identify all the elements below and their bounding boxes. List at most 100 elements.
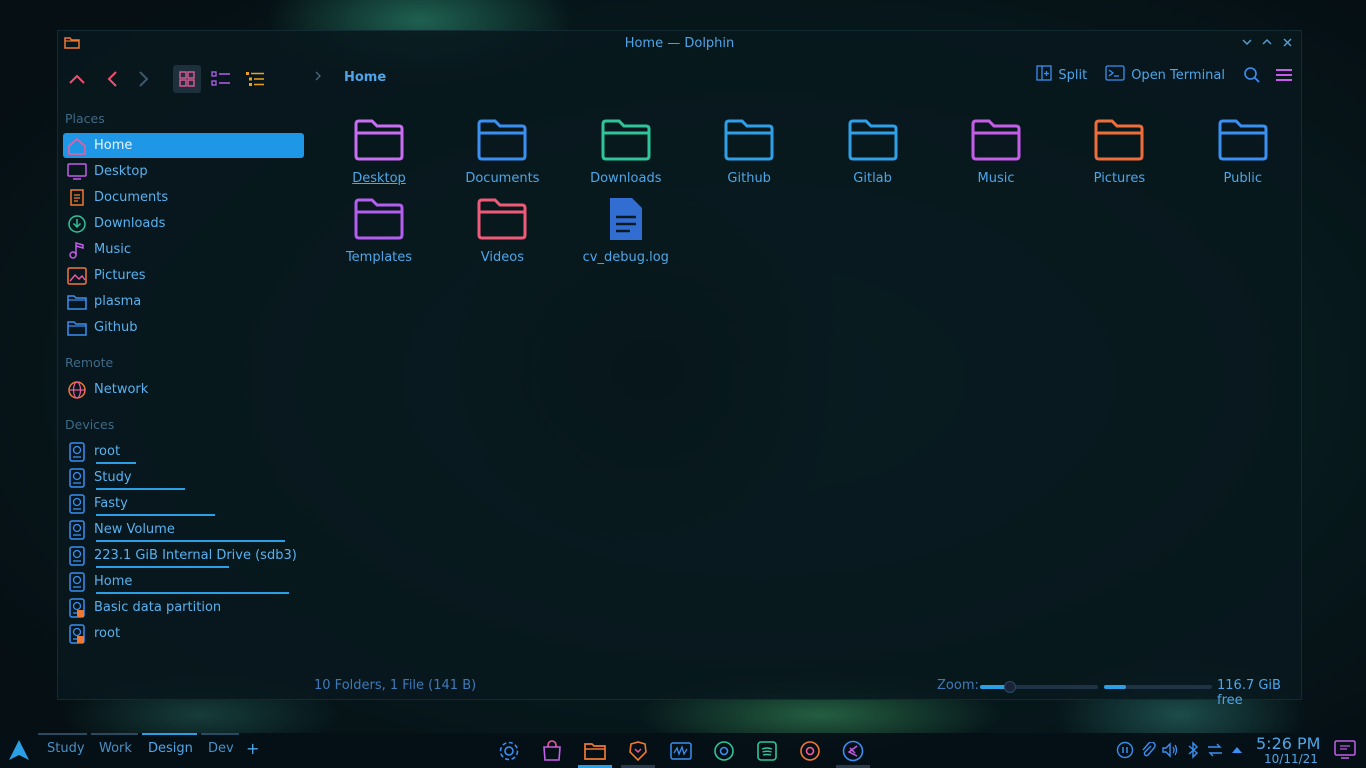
store-icon[interactable]	[539, 738, 565, 764]
folder-item[interactable]: Templates	[324, 194, 434, 265]
disk-space-fill	[1104, 685, 1126, 689]
sidebar-item-device[interactable]: New Volume	[63, 517, 304, 542]
sidebar-item-label: Documents	[94, 190, 169, 205]
folder-icon	[66, 291, 88, 313]
chrome-icon[interactable]	[797, 738, 823, 764]
sidebar-item-documents[interactable]: Documents	[63, 185, 304, 210]
chrome-icon[interactable]	[711, 738, 737, 764]
folder-item[interactable]: Public	[1188, 115, 1298, 186]
clock-time[interactable]: 5:26 PM	[1256, 734, 1320, 753]
open-terminal-button[interactable]: Open Terminal	[1105, 65, 1225, 85]
back-button[interactable]	[98, 65, 126, 93]
settings-icon[interactable]	[496, 738, 522, 764]
desktop-design[interactable]: Design	[148, 741, 193, 756]
hamburger-menu-icon[interactable]	[1275, 68, 1293, 82]
maximize-icon[interactable]	[1261, 35, 1273, 49]
sidebar-item-device[interactable]: root	[63, 621, 304, 646]
breadcrumb-separator-icon[interactable]	[314, 70, 322, 85]
vscode-icon[interactable]	[840, 738, 866, 764]
folder-item[interactable]: Music	[941, 115, 1051, 186]
title-bar[interactable]: Home — Dolphin	[58, 31, 1301, 55]
zoom-label: Zoom:	[937, 678, 979, 693]
desktop-indicator	[91, 733, 138, 735]
search-icon[interactable]	[1243, 66, 1261, 84]
sidebar-item-home[interactable]: Home	[63, 133, 304, 158]
media-pause-icon[interactable]	[1116, 741, 1134, 759]
up-button[interactable]	[63, 65, 91, 93]
window-title: Home — Dolphin	[624, 35, 735, 51]
clipboard-icon[interactable]	[1139, 741, 1157, 759]
folder-icon	[352, 115, 406, 165]
folder-icon	[475, 194, 529, 244]
forward-button[interactable]	[130, 65, 158, 93]
folder-item[interactable]: Videos	[447, 194, 557, 265]
sidebar-item-device[interactable]: Basic data partition	[63, 595, 304, 620]
folder-item[interactable]: Gitlab	[818, 115, 928, 186]
sidebar-item-github[interactable]: Github	[63, 315, 304, 340]
folder-item[interactable]: Downloads	[571, 115, 681, 186]
remote-heading: Remote	[65, 355, 114, 370]
sidebar-item-pictures[interactable]: Pictures	[63, 263, 304, 288]
sidebar-item-music[interactable]: Music	[63, 237, 304, 262]
device-usage-bar	[96, 488, 185, 490]
file-name: Github	[727, 171, 771, 186]
folder-item[interactable]: Pictures	[1064, 115, 1174, 186]
volume-icon[interactable]	[1161, 741, 1179, 759]
sidebar-item-label: Study	[94, 470, 132, 485]
brave-icon[interactable]	[625, 738, 651, 764]
dolphin-icon[interactable]	[582, 738, 608, 764]
sidebar-item-label: Fasty	[94, 496, 128, 511]
sidebar-item-device[interactable]: Home	[63, 569, 304, 594]
sidebar-item-plasma[interactable]: plasma	[63, 289, 304, 314]
file-name: cv_debug.log	[582, 250, 669, 265]
show-desktop-icon[interactable]	[1334, 739, 1356, 761]
sidebar-item-device[interactable]: Study	[63, 465, 304, 490]
sidebar-item-device[interactable]: 223.1 GiB Internal Drive (sdb3)	[63, 543, 304, 568]
sidebar-item-downloads[interactable]: Downloads	[63, 211, 304, 236]
tray-expand-icon[interactable]	[1228, 741, 1246, 759]
add-desktop-button[interactable]: +	[246, 739, 259, 758]
folder-app-icon[interactable]	[64, 35, 80, 53]
pictures-icon	[66, 265, 88, 287]
network-transfer-icon[interactable]	[1206, 741, 1224, 759]
taskbar: Study Work Design Dev + 5:26 PM 10/11/21	[0, 733, 1366, 768]
desktop-indicator	[201, 733, 239, 735]
sidebar-item-network[interactable]: Network	[63, 377, 304, 402]
clock-date[interactable]: 10/11/21	[1264, 752, 1318, 766]
split-button[interactable]: Split	[1036, 65, 1087, 85]
desktop-study[interactable]: Study	[47, 741, 85, 756]
music-icon	[66, 239, 88, 261]
file-name: Desktop	[352, 171, 406, 186]
downloads-icon	[66, 213, 88, 235]
close-icon[interactable]	[1281, 35, 1293, 49]
file-item[interactable]: cv_debug.log	[571, 194, 681, 265]
file-view[interactable]: Desktop Documents Downloads Github Gitlab Mus…	[310, 103, 1302, 700]
compact-view-button[interactable]	[207, 65, 235, 93]
sidebar-item-device[interactable]: Fasty	[63, 491, 304, 516]
zoom-handle[interactable]	[1004, 681, 1016, 693]
arch-launcher-icon[interactable]	[8, 739, 30, 765]
desktop-work[interactable]: Work	[99, 741, 132, 756]
sidebar-item-label: Home	[94, 138, 133, 153]
icons-view-button[interactable]	[173, 65, 201, 93]
folder-item[interactable]: Github	[694, 115, 804, 186]
details-view-button[interactable]	[241, 65, 269, 93]
sidebar-item-device[interactable]: root	[63, 439, 304, 464]
sidebar-item-desktop[interactable]: Desktop	[63, 159, 304, 184]
spotify-icon[interactable]	[754, 738, 780, 764]
waveform-icon[interactable]	[668, 738, 694, 764]
toolbar: Home Split Open Terminal	[58, 55, 1301, 103]
bluetooth-icon[interactable]	[1184, 741, 1202, 759]
folder-icon	[352, 194, 406, 244]
desktop-dev[interactable]: Dev	[208, 741, 234, 756]
sidebar-item-label: Downloads	[94, 216, 166, 231]
device-usage-bar	[96, 462, 136, 464]
minimize-icon[interactable]	[1241, 35, 1253, 49]
folder-item[interactable]: Documents	[447, 115, 557, 186]
sidebar-item-label: plasma	[94, 294, 142, 309]
breadcrumb-home[interactable]: Home	[344, 70, 386, 85]
drive-icon	[66, 597, 88, 619]
zoom-slider[interactable]	[980, 681, 1098, 693]
file-name: Templates	[345, 250, 413, 265]
folder-item[interactable]: Desktop	[324, 115, 434, 186]
